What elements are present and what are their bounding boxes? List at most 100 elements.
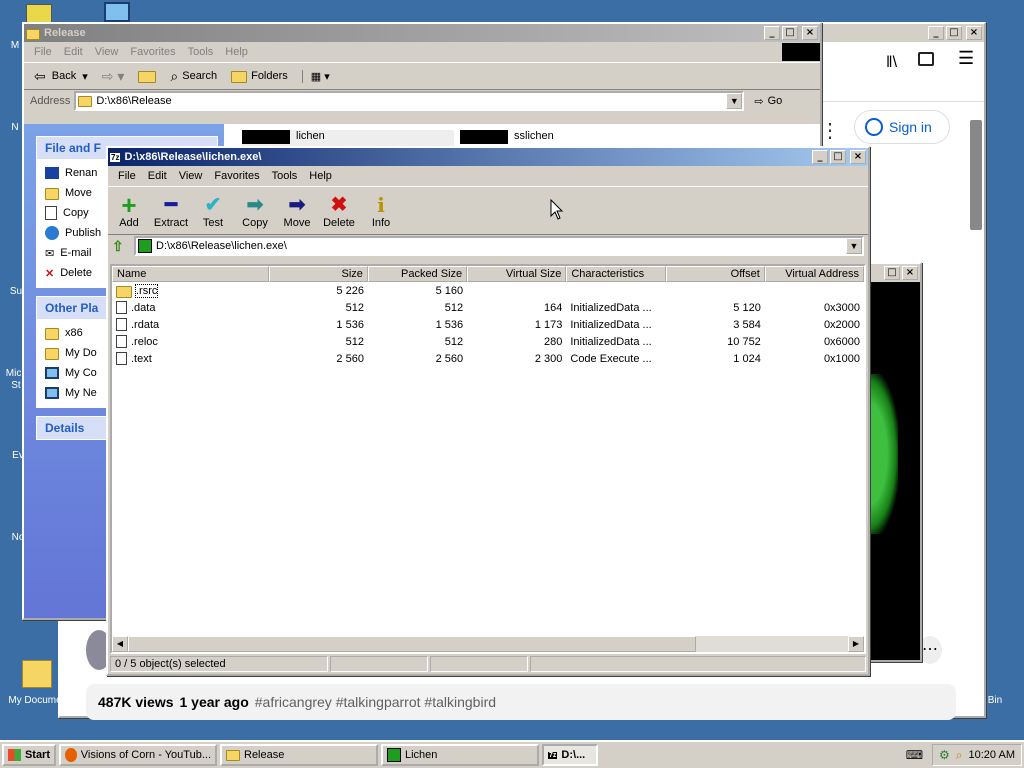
cell-offset: 1 024 xyxy=(733,352,761,365)
menu-edit[interactable]: Edit xyxy=(142,170,173,182)
explorer-menubar: File Edit View Favorites Tools Help xyxy=(24,42,820,62)
back-button[interactable]: ⇦ Back ▾ xyxy=(34,68,88,85)
desktop-icon-top-2[interactable] xyxy=(104,2,130,22)
search-icon: ⌕ xyxy=(170,67,179,84)
task-label: Delete xyxy=(60,267,93,279)
maximize-button[interactable]: □ xyxy=(946,26,962,40)
maximize-button[interactable]: □ xyxy=(830,150,846,164)
copy-button[interactable]: ➡ Copy xyxy=(234,193,276,229)
desktop-icon-my-documents[interactable] xyxy=(22,660,52,688)
test-button[interactable]: ✔ Test xyxy=(192,193,234,229)
minimize-button[interactable]: _ xyxy=(764,26,780,40)
up-folder-icon[interactable]: ⇧ xyxy=(112,238,130,254)
search-tray-icon[interactable]: ⌕ xyxy=(956,748,963,763)
task-release[interactable]: Release xyxy=(220,744,378,766)
menu-view[interactable]: View xyxy=(89,46,125,58)
address-input[interactable]: D:\x86\Release ▼ xyxy=(74,91,745,111)
windows-flag-icon xyxy=(8,749,21,761)
menu-favorites[interactable]: Favorites xyxy=(124,46,181,58)
go-button[interactable]: ⇨ Go xyxy=(748,95,782,108)
cell-chars: Code Execute ... xyxy=(570,352,652,365)
copy-icon xyxy=(45,206,57,220)
sidebar-icon[interactable] xyxy=(918,52,934,66)
place-label: My Do xyxy=(65,347,97,359)
column-packed-size[interactable]: Packed Size xyxy=(367,266,468,282)
window-title: Release xyxy=(44,27,86,39)
table-row[interactable]: .rdata 1 536 1 536 1 173 InitializedData ...… xyxy=(112,316,864,333)
scroll-track[interactable] xyxy=(696,636,848,652)
minimize-button[interactable]: _ xyxy=(812,150,828,164)
place-label: My Co xyxy=(65,367,97,379)
status-packed xyxy=(430,656,528,672)
column-name[interactable]: Name xyxy=(112,266,269,282)
path-input[interactable]: D:\x86\Release\lichen.exe\ ▼ xyxy=(134,235,864,256)
folders-button[interactable]: Folders xyxy=(231,69,288,83)
scroll-left-button[interactable]: ◀ xyxy=(112,636,128,652)
menu-edit[interactable]: Edit xyxy=(58,46,89,58)
maximize-button[interactable]: □ xyxy=(884,266,900,280)
sign-in-button[interactable]: Sign in xyxy=(854,110,950,144)
menu-favorites[interactable]: Favorites xyxy=(208,170,265,182)
views-button[interactable]: ▦ ▾ xyxy=(301,69,330,83)
cell-offset: 10 752 xyxy=(727,335,761,348)
task-browser[interactable]: Visions of Corn - YouTub... xyxy=(59,744,217,766)
minimize-button[interactable]: _ xyxy=(928,26,944,40)
hashtags[interactable]: #africangrey #talkingparrot #talkingbird xyxy=(255,694,496,710)
forward-arrow-icon[interactable]: ⇨ ▾ xyxy=(102,68,125,85)
delete-button[interactable]: ✖ Delete xyxy=(318,193,360,229)
close-button[interactable]: × xyxy=(802,26,818,40)
library-icon[interactable]: ‖\ xyxy=(886,54,897,72)
scrollbar-thumb[interactable] xyxy=(970,120,982,230)
table-row[interactable]: .text 2 560 2 560 2 300 Code Execute ... 1 02… xyxy=(112,350,864,367)
close-button[interactable]: × xyxy=(902,266,918,280)
start-button[interactable]: Start xyxy=(2,744,56,766)
column-offset[interactable]: Offset xyxy=(665,266,765,282)
clock[interactable]: 10:20 AM xyxy=(969,749,1015,761)
toolbar-label: Delete xyxy=(323,216,355,229)
menu-help[interactable]: Help xyxy=(219,46,254,58)
task-sevenzip[interactable]: 7z D:\... xyxy=(542,744,598,766)
address-label: Address xyxy=(30,95,71,107)
menu-tools[interactable]: Tools xyxy=(266,170,304,182)
address-value: D:\x86\Release xyxy=(96,95,172,107)
task-lichen[interactable]: Lichen xyxy=(381,744,539,766)
menu-file[interactable]: File xyxy=(28,46,58,58)
sevenzip-titlebar[interactable]: 7z D:\x86\Release\lichen.exe\ _ □ × xyxy=(108,148,868,166)
close-button[interactable]: × xyxy=(850,150,866,164)
dropdown-arrow-icon[interactable]: ▼ xyxy=(846,237,862,254)
horizontal-scrollbar[interactable]: ◀ ▶ xyxy=(112,636,864,652)
menu-icon[interactable]: ☰ xyxy=(958,48,974,69)
table-row[interactable]: .reloc 512 512 280 InitializedData ... 10 752… xyxy=(112,333,864,350)
column-virtual-address[interactable]: Virtual Address xyxy=(764,266,864,282)
network-tray-icon[interactable]: ⚙ xyxy=(939,748,950,762)
cell-packed: 1 536 xyxy=(435,318,464,331)
lichen-thumb-icon xyxy=(242,130,290,144)
extract-button[interactable]: ━ Extract xyxy=(150,193,192,229)
exe-icon xyxy=(138,238,152,253)
menu-view[interactable]: View xyxy=(173,170,209,182)
menu-tools[interactable]: Tools xyxy=(182,46,220,58)
close-button[interactable]: × xyxy=(966,26,982,40)
column-characteristics[interactable]: Characteristics xyxy=(566,266,666,282)
copy-arrow-icon: ➡ xyxy=(246,193,264,216)
menu-help[interactable]: Help xyxy=(303,170,338,182)
column-size[interactable]: Size xyxy=(268,266,368,282)
column-virtual-size[interactable]: Virtual Size xyxy=(467,266,567,282)
keyboard-icon[interactable]: ⌨ xyxy=(906,748,923,762)
dropdown-arrow-icon[interactable]: ▼ xyxy=(726,93,743,109)
scroll-thumb[interactable] xyxy=(128,636,696,652)
add-button[interactable]: + Add xyxy=(108,192,150,229)
info-button[interactable]: i Info xyxy=(360,193,402,229)
table-row[interactable]: .data 512 512 164 InitializedData ... 5 120 0x… xyxy=(112,299,864,316)
maximize-button[interactable]: □ xyxy=(782,26,798,40)
more-options-icon[interactable]: ⋮ xyxy=(820,118,840,143)
task-label: Renan xyxy=(65,167,98,179)
move-button[interactable]: ➡ Move xyxy=(276,193,318,229)
scroll-right-button[interactable]: ▶ xyxy=(848,636,864,652)
table-row[interactable]: .rsrc 5 226 5 160 xyxy=(112,282,864,299)
menu-file[interactable]: File xyxy=(112,170,142,182)
search-button[interactable]: ⌕ Search xyxy=(170,68,217,85)
cell-size: 512 xyxy=(345,301,364,314)
explorer-titlebar[interactable]: Release _ □ × xyxy=(24,24,820,42)
up-folder-icon[interactable] xyxy=(138,71,157,83)
